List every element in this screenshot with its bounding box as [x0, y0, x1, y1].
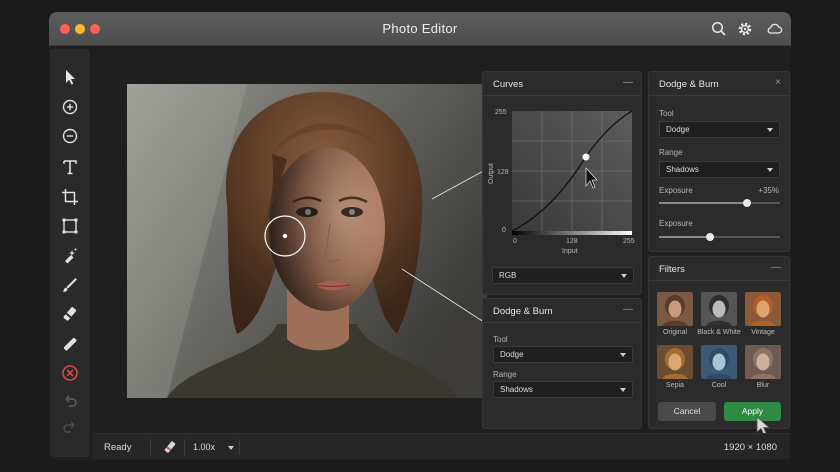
zoom-level[interactable]: 1.00x	[193, 442, 215, 452]
filter-label: Cool	[711, 382, 727, 389]
dodge-burn-right-header: Dodge & Burn ×	[649, 72, 789, 96]
text-tool-icon[interactable]	[60, 157, 80, 177]
search-icon[interactable]	[710, 20, 728, 38]
filter-thumbnail[interactable]	[657, 345, 693, 379]
chevron-down-icon	[621, 274, 627, 278]
chevron-down-icon	[767, 168, 773, 172]
curves-y-tick-mid: 128	[497, 169, 509, 176]
range-label: Range	[659, 148, 683, 157]
filters-panel: Filters — Original Black & White Vintage Se…	[648, 256, 790, 436]
curves-x-tick-left: 0	[513, 238, 517, 245]
zoom-in-icon[interactable]	[60, 97, 80, 117]
zoom-out-icon[interactable]	[60, 126, 80, 146]
tool-value: Dodge	[500, 350, 524, 359]
filter-label: Original	[662, 329, 688, 336]
dodge-burn-left-title: Dodge & Burn	[493, 306, 553, 317]
curves-title: Curves	[493, 79, 524, 90]
exposure-label: Exposure	[659, 186, 693, 195]
exposure-label-2: Exposure	[659, 219, 693, 228]
filter-label: Sepia	[666, 382, 684, 389]
collapse-icon[interactable]: —	[623, 304, 633, 315]
rectangle-tool-icon[interactable]	[60, 216, 80, 236]
tool-label: Tool	[659, 109, 674, 118]
curves-x-axis-label: Input	[562, 248, 578, 255]
chevron-down-icon	[767, 128, 773, 132]
zoom-chevron-down-icon[interactable]	[228, 446, 234, 450]
curves-y-tick-bottom: 0	[502, 227, 506, 234]
window-title: Photo Editor	[382, 21, 458, 36]
eraser-tool-icon[interactable]	[60, 304, 80, 324]
dodge-burn-right-title: Dodge & Burn	[659, 79, 719, 90]
curves-y-tick-top: 255	[495, 109, 507, 116]
dodge-burn-left-header: Dodge & Burn —	[483, 299, 641, 323]
crop-tool-icon[interactable]	[60, 187, 80, 207]
apply-button[interactable]: Apply	[724, 402, 781, 421]
filter-label: Vintage	[751, 329, 775, 336]
status-divider	[150, 439, 151, 455]
range-select[interactable]: Shadows	[493, 381, 633, 398]
brush-tool-icon[interactable]	[60, 275, 80, 295]
tool-select[interactable]: Dodge	[493, 346, 633, 363]
tool-palette	[50, 49, 90, 457]
filter-label: Black & White	[697, 329, 741, 336]
range-select[interactable]: Shadows	[659, 161, 780, 178]
curves-gradient-bar	[512, 231, 632, 235]
cloud-icon[interactable]	[765, 20, 783, 38]
cancel-button[interactable]: Cancel	[658, 402, 716, 421]
range-value: Shadows	[666, 165, 699, 174]
undo-icon[interactable]	[60, 391, 80, 411]
exposure-value: +35%	[758, 186, 779, 195]
channel-value: RGB	[499, 271, 517, 280]
tool-select[interactable]: Dodge	[659, 121, 780, 138]
tool-label: Tool	[493, 335, 508, 344]
status-divider	[239, 439, 240, 455]
filter-label: Blur	[756, 382, 770, 389]
collapse-icon[interactable]: —	[771, 262, 781, 273]
curves-x-tick-mid: 128	[566, 238, 578, 245]
delete-icon[interactable]	[60, 363, 80, 383]
curves-panel: Curves — 255 128 0 Output 0 128 255 Inpu…	[482, 71, 642, 295]
filters-title: Filters	[659, 264, 685, 275]
dodge-tool-icon[interactable]	[60, 334, 80, 354]
pointer-tool-icon[interactable]	[60, 67, 80, 87]
filter-thumbnail[interactable]	[657, 292, 693, 326]
channel-select[interactable]: RGB	[492, 267, 634, 284]
exposure-slider[interactable]	[659, 199, 780, 207]
status-text: Ready	[104, 442, 132, 453]
curves-x-tick-right: 255	[623, 238, 635, 245]
photo-canvas[interactable]	[127, 84, 487, 398]
range-value: Shadows	[500, 385, 533, 394]
status-divider	[184, 439, 185, 455]
curves-y-axis-label: Output	[488, 162, 496, 185]
chevron-down-icon	[620, 353, 626, 357]
image-dimensions: 1920 × 1080	[723, 442, 777, 453]
dodge-burn-panel-left: Dodge & Burn — Tool Dodge Range Shadows	[482, 298, 642, 429]
title-bar: Photo Editor	[49, 12, 791, 46]
curves-panel-header: Curves —	[483, 72, 641, 96]
filter-thumbnail[interactable]	[701, 345, 737, 379]
filter-thumbnail[interactable]	[745, 345, 781, 379]
collapse-icon[interactable]: —	[623, 77, 633, 88]
filter-thumbnail[interactable]	[745, 292, 781, 326]
tool-value: Dodge	[666, 125, 690, 134]
curves-graph[interactable]	[512, 111, 632, 231]
healing-brush-icon[interactable]	[60, 246, 80, 266]
status-bar: Ready 1.00x 1920 × 1080	[93, 433, 789, 459]
portrait-photo	[127, 84, 487, 398]
chevron-down-icon	[620, 388, 626, 392]
eraser-icon[interactable]	[163, 440, 177, 454]
filters-header: Filters —	[649, 257, 789, 281]
redo-icon[interactable]	[60, 417, 80, 437]
filter-thumbnail[interactable]	[701, 292, 737, 326]
range-label: Range	[493, 370, 517, 379]
exposure-slider-2[interactable]	[659, 233, 780, 241]
gear-icon[interactable]	[736, 20, 754, 38]
dodge-burn-panel-right: Dodge & Burn × Tool Dodge Range Shadows …	[648, 71, 790, 252]
close-icon[interactable]: ×	[775, 77, 781, 88]
